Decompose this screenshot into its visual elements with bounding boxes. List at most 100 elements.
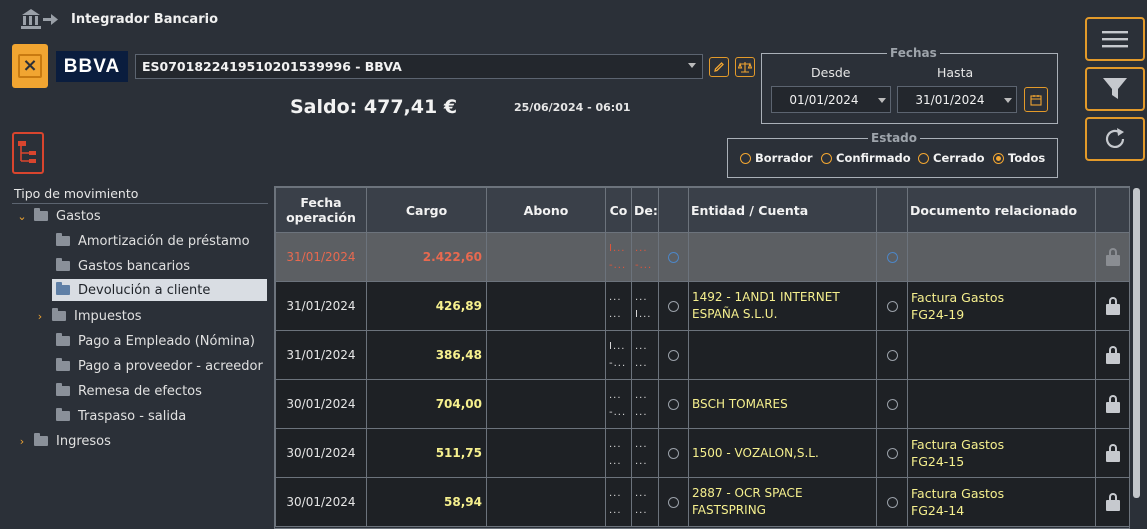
desde-date-input[interactable]: 01/01/2024	[771, 86, 891, 113]
cell-de-line: ...	[635, 390, 648, 401]
hasta-date-value: 31/01/2024	[915, 92, 985, 107]
col-de-header[interactable]: De:	[631, 187, 659, 233]
table-row[interactable]: 31/01/2024 426,89......... I... 1492 - 1AND…	[275, 281, 1129, 331]
cell-abono	[486, 330, 606, 380]
tree-item-remesa-efectos[interactable]: Remesa de efectos	[56, 380, 202, 402]
circle-icon[interactable]	[886, 251, 898, 263]
table-row[interactable]: 30/01/2024 511,75............ 1500 - VOZAL…	[275, 428, 1129, 478]
cell-status2[interactable]	[876, 281, 908, 331]
cell-lock[interactable]	[1095, 281, 1129, 331]
circle-icon[interactable]	[668, 447, 679, 459]
tree-item-amortizacion[interactable]: Amortización de préstamo	[52, 230, 271, 252]
col-documento-header[interactable]: Documento relacionado	[907, 187, 1096, 233]
table-row[interactable]: 30/01/2024 704,00... -......... BSCH TOMARE…	[275, 379, 1129, 429]
edit-account-button[interactable]	[709, 57, 729, 77]
radio-borrador[interactable]: Borrador	[740, 151, 813, 165]
tree-item-impuestos[interactable]: › Impuestos	[34, 305, 142, 327]
circle-icon[interactable]	[668, 251, 679, 263]
tree-item-devolucion-cliente[interactable]: Devolución a cliente	[52, 279, 267, 301]
radio-todos[interactable]: Todos	[993, 151, 1045, 165]
chevron-right-icon[interactable]: ›	[34, 310, 46, 323]
lock-icon[interactable]	[1105, 248, 1120, 266]
col-status2-header[interactable]	[876, 187, 908, 233]
cell-status[interactable]	[658, 428, 689, 478]
circle-icon[interactable]	[886, 496, 898, 508]
menu-button[interactable]	[1085, 17, 1145, 61]
circle-icon[interactable]	[886, 398, 898, 410]
tree-item-traspaso-salida[interactable]: Traspaso - salida	[56, 405, 186, 427]
tree-item-pago-empleado[interactable]: Pago a Empleado (Nómina)	[56, 330, 255, 352]
cell-lock[interactable]	[1095, 330, 1129, 380]
cell-documento[interactable]: Factura Gastos FG24-19	[907, 281, 1096, 331]
calendar-button[interactable]	[1024, 87, 1048, 112]
circle-icon[interactable]	[886, 447, 898, 459]
cell-status[interactable]	[658, 281, 689, 331]
refresh-button[interactable]	[1085, 117, 1145, 161]
cell-documento[interactable]: Factura Gastos FG24-14	[907, 477, 1096, 527]
col-abono-header[interactable]: Abono	[486, 187, 606, 233]
account-select[interactable]: ES0701822419510201539996 - BBVA	[135, 54, 703, 79]
cell-status2[interactable]	[876, 232, 908, 282]
table-row[interactable]: 30/01/2024 58,94............ 2887 - OCR SP…	[275, 477, 1129, 527]
cell-lock[interactable]	[1095, 428, 1129, 478]
circle-icon[interactable]	[668, 398, 679, 410]
cell-lock[interactable]	[1095, 477, 1129, 527]
table-row[interactable]: 31/01/2024 2.422,60 I... -...... -...	[275, 232, 1129, 282]
lock-icon[interactable]	[1105, 444, 1120, 462]
cell-documento[interactable]	[907, 330, 1096, 380]
chevron-down-icon[interactable]: ⌄	[16, 210, 28, 223]
col-lock-header[interactable]	[1095, 187, 1129, 233]
circle-icon[interactable]	[668, 349, 679, 361]
lock-icon[interactable]	[1105, 493, 1120, 511]
cell-de-line: I...	[635, 309, 652, 320]
cell-documento[interactable]: Factura Gastos FG24-15	[907, 428, 1096, 478]
table-scrollbar[interactable]	[1131, 186, 1143, 529]
cell-status2[interactable]	[876, 428, 908, 478]
tree-view-button[interactable]	[12, 132, 44, 174]
cell-co-line: ...	[609, 505, 622, 516]
circle-icon[interactable]	[668, 300, 679, 312]
hasta-date-input[interactable]: 31/01/2024	[897, 86, 1017, 113]
tree-item-gastos-bancarios[interactable]: Gastos bancarios	[52, 255, 271, 277]
cell-status[interactable]	[658, 232, 689, 282]
radio-cerrado[interactable]: Cerrado	[918, 151, 984, 165]
cell-status[interactable]	[658, 477, 689, 527]
radio-label: Borrador	[755, 151, 813, 165]
col-cargo-header[interactable]: Cargo	[366, 187, 487, 233]
tree-item-pago-proveedor[interactable]: Pago a proveedor - acreedor	[56, 355, 263, 377]
tree-item-label: Devolución a cliente	[78, 282, 211, 298]
cell-documento[interactable]	[907, 232, 1096, 282]
circle-icon[interactable]	[668, 496, 679, 508]
lock-icon[interactable]	[1105, 297, 1120, 315]
circle-icon[interactable]	[886, 349, 898, 361]
table-row[interactable]: 31/01/2024 386,48 I... -.........	[275, 330, 1129, 380]
cell-documento[interactable]	[907, 379, 1096, 429]
chevron-right-icon[interactable]: ›	[16, 435, 28, 448]
col-entidad-header[interactable]: Entidad / Cuenta	[688, 187, 877, 233]
col-co-header[interactable]: Co	[605, 187, 632, 233]
cell-abono	[486, 428, 606, 478]
close-button[interactable]: ×	[12, 44, 48, 88]
cell-lock[interactable]	[1095, 379, 1129, 429]
folder-icon	[56, 383, 70, 396]
reconcile-button[interactable]	[735, 57, 755, 77]
cell-lock[interactable]	[1095, 232, 1129, 282]
cell-status2[interactable]	[876, 330, 908, 380]
lock-icon[interactable]	[1105, 395, 1120, 413]
cell-status2[interactable]	[876, 477, 908, 527]
col-status-header[interactable]	[658, 187, 689, 233]
tree-item-gastos[interactable]: ⌄ Gastos	[16, 205, 101, 227]
circle-icon[interactable]	[886, 300, 898, 312]
cell-status[interactable]	[658, 330, 689, 380]
filter-button[interactable]	[1085, 67, 1145, 111]
cell-status[interactable]	[658, 379, 689, 429]
movement-type-tree: Tipo de movimiento ⌄ Gastos Amortización …	[12, 184, 268, 529]
cell-status2[interactable]	[876, 379, 908, 429]
tree-item-ingresos[interactable]: › Ingresos	[16, 430, 111, 452]
lock-icon[interactable]	[1105, 346, 1120, 364]
cell-de-line: -...	[635, 260, 653, 271]
cell-fecha: 31/01/2024	[275, 232, 367, 282]
scrollbar-thumb[interactable]	[1133, 188, 1140, 498]
col-fecha-header[interactable]: Fecha operación	[275, 187, 367, 233]
radio-confirmado[interactable]: Confirmado	[821, 151, 911, 165]
